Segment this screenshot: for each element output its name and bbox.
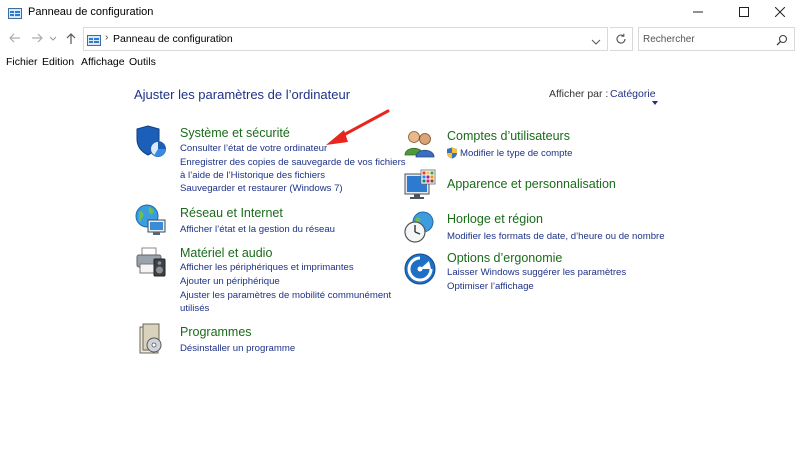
appearance-monitor-icon[interactable]: [403, 168, 437, 202]
search-box[interactable]: [638, 27, 795, 51]
maximize-button[interactable]: [724, 0, 764, 24]
link-network-status[interactable]: Afficher l’état et la gestion du réseau: [180, 224, 335, 235]
category-network-internet[interactable]: Réseau et Internet: [180, 206, 283, 220]
address-bar[interactable]: › Panneau de configuration ›: [83, 27, 608, 51]
clock-globe-icon[interactable]: [403, 210, 437, 244]
control-panel-icon: [8, 6, 22, 19]
link-change-account-type[interactable]: Modifier le type de compte: [460, 148, 573, 159]
minimize-button[interactable]: [678, 0, 718, 24]
window-title: Panneau de configuration: [28, 6, 154, 18]
refresh-button[interactable]: [610, 27, 633, 51]
back-arrow-icon[interactable]: [8, 31, 22, 45]
menu-view[interactable]: Affichage: [81, 56, 125, 68]
network-globe-icon[interactable]: [134, 203, 168, 237]
breadcrumb[interactable]: Panneau de configuration: [113, 33, 233, 45]
link-windows-suggest-settings[interactable]: Laisser Windows suggérer les paramètres: [447, 267, 626, 278]
close-icon: [775, 7, 785, 17]
category-clock-region[interactable]: Horloge et région: [447, 212, 543, 226]
menu-tools[interactable]: Outils: [129, 56, 156, 68]
link-mobility-settings[interactable]: Ajuster les paramètres de mobilité commu…: [180, 290, 391, 301]
uac-shield-icon: [446, 146, 458, 159]
navigation-bar: › Panneau de configuration ›: [0, 26, 800, 52]
menu-file[interactable]: Fichier: [6, 56, 38, 68]
category-programs[interactable]: Programmes: [180, 325, 252, 339]
close-button[interactable]: [760, 0, 800, 24]
category-appearance-personalization[interactable]: Apparence et personnalisation: [447, 177, 616, 191]
search-icon[interactable]: [776, 33, 788, 46]
shield-icon[interactable]: [134, 124, 168, 158]
view-by-chevron-icon[interactable]: [652, 92, 658, 105]
annotation-arrow-icon: [326, 109, 390, 145]
control-panel-icon: [87, 33, 101, 46]
category-ease-of-access[interactable]: Options d’ergonomie: [447, 251, 562, 265]
link-backup-file-history-cont[interactable]: à l’aide de l’Historique des fichiers: [180, 170, 325, 181]
link-uninstall-program[interactable]: Désinstaller un programme: [180, 343, 295, 354]
breadcrumb-separator-icon[interactable]: ›: [105, 32, 108, 43]
maximize-icon: [739, 7, 749, 17]
minimize-icon: [693, 11, 703, 13]
address-dropdown-icon[interactable]: [591, 34, 601, 45]
link-backup-restore[interactable]: Sauvegarder et restaurer (Windows 7): [180, 183, 343, 194]
ease-of-access-icon[interactable]: [403, 252, 437, 286]
page-title: Ajuster les paramètres de l’ordinateur: [134, 87, 351, 102]
title-bar: Panneau de configuration: [0, 0, 800, 24]
user-accounts-icon[interactable]: [403, 127, 437, 161]
printer-icon[interactable]: [134, 245, 168, 279]
menu-bar: Fichier Edition Affichage Outils: [0, 55, 800, 71]
recent-locations-chevron-icon[interactable]: [48, 31, 58, 45]
forward-arrow-icon[interactable]: [30, 31, 44, 45]
up-arrow-icon[interactable]: [64, 31, 78, 45]
view-by-dropdown[interactable]: Catégorie: [610, 88, 656, 100]
category-hardware-sound[interactable]: Matériel et audio: [180, 246, 272, 260]
link-date-time-formats[interactable]: Modifier les formats de date, d’heure ou…: [447, 231, 665, 242]
breadcrumb-separator-icon[interactable]: ›: [220, 32, 223, 43]
menu-edit[interactable]: Edition: [42, 56, 74, 68]
link-mobility-settings-cont[interactable]: utilisés: [180, 303, 209, 314]
category-system-security[interactable]: Système et sécurité: [180, 126, 290, 140]
link-devices-printers[interactable]: Afficher les périphériques et imprimante…: [180, 262, 354, 273]
search-input[interactable]: [643, 31, 768, 47]
link-backup-file-history[interactable]: Enregistrer des copies de sauvegarde de …: [180, 157, 406, 168]
link-add-device[interactable]: Ajouter un périphérique: [180, 276, 280, 287]
link-optimize-display[interactable]: Optimiser l’affichage: [447, 281, 534, 292]
category-user-accounts[interactable]: Comptes d’utilisateurs: [447, 129, 570, 143]
refresh-icon: [616, 33, 626, 44]
view-by-label: Afficher par :: [549, 88, 609, 100]
programs-disc-icon[interactable]: [134, 322, 168, 356]
link-check-computer-status[interactable]: Consulter l’état de votre ordinateur: [180, 143, 327, 154]
